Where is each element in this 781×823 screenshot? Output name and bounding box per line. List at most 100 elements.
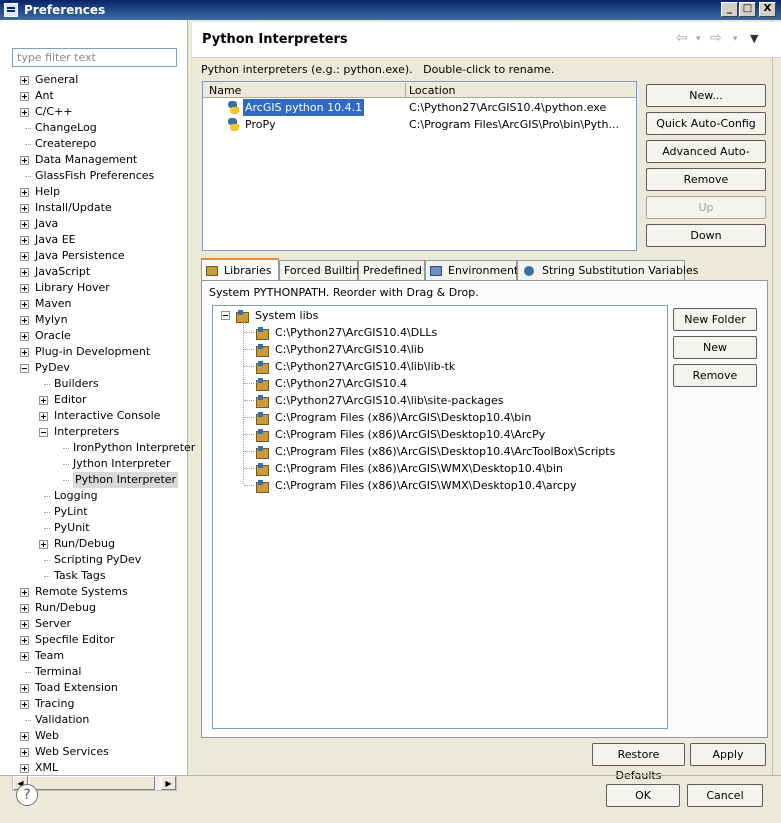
column-location-header[interactable]: Location [409,84,456,97]
forward-menu-chevron-icon[interactable]: ▾ [733,34,738,44]
tree-item[interactable]: GlassFish Preferences [0,168,187,184]
tree-item[interactable]: PyUnit [0,520,187,536]
tree-item[interactable]: Server [0,616,187,632]
tab-forced-builtins[interactable]: Forced Builtins [279,260,365,280]
expand-icon[interactable] [39,540,48,549]
library-path-item[interactable]: C:\Program Files (x86)\ArcGIS\WMX\Deskto… [213,477,667,494]
tree-item[interactable]: IronPython Interpreter [0,440,195,456]
tree-item[interactable]: Web Services [0,744,187,760]
expand-icon[interactable] [20,700,29,709]
restore-defaults-button[interactable]: Restore Defaults [592,743,685,782]
library-path-item[interactable]: C:\Program Files (x86)\ArcGIS\WMX\Deskto… [213,460,667,477]
expand-icon[interactable] [20,748,29,757]
expand-icon[interactable] [20,188,29,197]
tree-item[interactable]: Plug-in Development [0,344,187,360]
expand-icon[interactable] [20,268,29,277]
expand-icon[interactable] [20,236,29,245]
maximize-button[interactable]: □ [739,2,756,17]
tree-item[interactable]: Validation [0,712,187,728]
tree-item[interactable]: General [0,72,187,88]
tree-item[interactable]: Interpreters [0,424,187,440]
apply-button[interactable]: Apply [690,743,766,766]
forward-arrow-icon[interactable]: ⇨ [710,30,722,46]
tree-item[interactable]: Terminal [0,664,187,680]
tree-item[interactable]: Jython Interpreter [0,456,187,472]
tree-item[interactable]: JavaScript [0,264,187,280]
tree-horizontal-scrollbar[interactable]: ◀ ▶ [12,775,177,791]
cancel-button[interactable]: Cancel [687,784,763,807]
expand-icon[interactable] [39,396,48,405]
table-row[interactable]: ArcGIS python 10.4.1 C:\Python27\ArcGIS10… [203,99,636,116]
collapse-icon[interactable] [20,364,29,373]
column-separator[interactable] [405,83,406,97]
expand-icon[interactable] [20,732,29,741]
library-path-item[interactable]: C:\Python27\ArcGIS10.4\DLLs [213,324,667,341]
expand-icon[interactable] [20,252,29,261]
expand-icon[interactable] [20,588,29,597]
filter-input[interactable]: type filter text [12,48,177,67]
system-libs-node[interactable]: System libs [213,307,667,324]
tree-item[interactable]: Web [0,728,187,744]
tab-libraries[interactable]: Libraries [201,258,279,280]
new-folder-button[interactable]: New Folder [673,308,757,331]
tree-item[interactable]: ChangeLog [0,120,187,136]
expand-icon[interactable] [20,604,29,613]
app-menu-icon[interactable] [4,3,18,17]
expand-icon[interactable] [39,412,48,421]
tree-item[interactable]: PyDev [0,360,187,376]
tab-predefined[interactable]: Predefined [358,260,425,280]
tree-item[interactable]: Scripting PyDev [0,552,187,568]
tree-item[interactable]: Toad Extension [0,680,187,696]
scroll-right-icon[interactable]: ▶ [161,776,176,790]
tree-item[interactable]: Task Tags [0,568,187,584]
library-path-item[interactable]: C:\Python27\ArcGIS10.4\lib [213,341,667,358]
tree-item[interactable]: Createrepo [0,136,187,152]
expand-icon[interactable] [20,620,29,629]
tree-item[interactable]: Team [0,648,187,664]
advanced-auto-config-button[interactable]: Advanced Auto-Config [646,140,766,179]
expand-icon[interactable] [20,284,29,293]
expand-icon[interactable] [20,108,29,117]
tree-item[interactable]: Run/Debug [0,600,187,616]
tree-item[interactable]: PyLint [0,504,187,520]
expand-icon[interactable] [20,652,29,661]
tree-item[interactable]: Editor [0,392,187,408]
expand-icon[interactable] [20,156,29,165]
expand-icon[interactable] [20,204,29,213]
quick-auto-config-button[interactable]: Quick Auto-Config [646,112,766,135]
tree-item[interactable]: Java EE [0,232,187,248]
close-button[interactable]: X [759,2,776,17]
tree-item[interactable]: Mylyn [0,312,187,328]
tree-item[interactable]: Data Management [0,152,187,168]
tree-item[interactable]: Help [0,184,187,200]
tree-item[interactable]: Maven [0,296,187,312]
back-menu-chevron-icon[interactable]: ▾ [696,34,701,44]
remove-interpreter-button[interactable]: Remove [646,168,766,191]
expand-icon[interactable] [20,684,29,693]
expand-icon[interactable] [20,76,29,85]
tree-item[interactable]: Install/Update [0,200,187,216]
column-name-header[interactable]: Name [209,84,241,97]
tree-item[interactable]: XML [0,760,187,776]
tree-item[interactable]: Run/Debug [0,536,187,552]
tree-item[interactable]: Remote Systems [0,584,187,600]
tree-item[interactable]: Builders [0,376,187,392]
scroll-thumb[interactable] [29,776,155,790]
expand-icon[interactable] [20,300,29,309]
tree-item[interactable]: Specfile Editor [0,632,187,648]
tree-item[interactable]: Java [0,216,187,232]
expand-icon[interactable] [20,764,29,773]
library-path-item[interactable]: C:\Program Files (x86)\ArcGIS\Desktop10.… [213,409,667,426]
move-down-button[interactable]: Down [646,224,766,247]
ok-button[interactable]: OK [606,784,680,807]
library-path-item[interactable]: C:\Python27\ArcGIS10.4 [213,375,667,392]
expand-icon[interactable] [20,220,29,229]
expand-icon[interactable] [20,332,29,341]
expand-icon[interactable] [20,92,29,101]
remove-library-button[interactable]: Remove [673,364,757,387]
library-path-item[interactable]: C:\Python27\ArcGIS10.4\lib\site-packages [213,392,667,409]
tree-item[interactable]: C/C++ [0,104,187,120]
tree-item[interactable]: Ant [0,88,187,104]
collapse-icon[interactable] [221,311,230,320]
tab-string-substitution-variables[interactable]: String Substitution Variables [517,260,698,280]
